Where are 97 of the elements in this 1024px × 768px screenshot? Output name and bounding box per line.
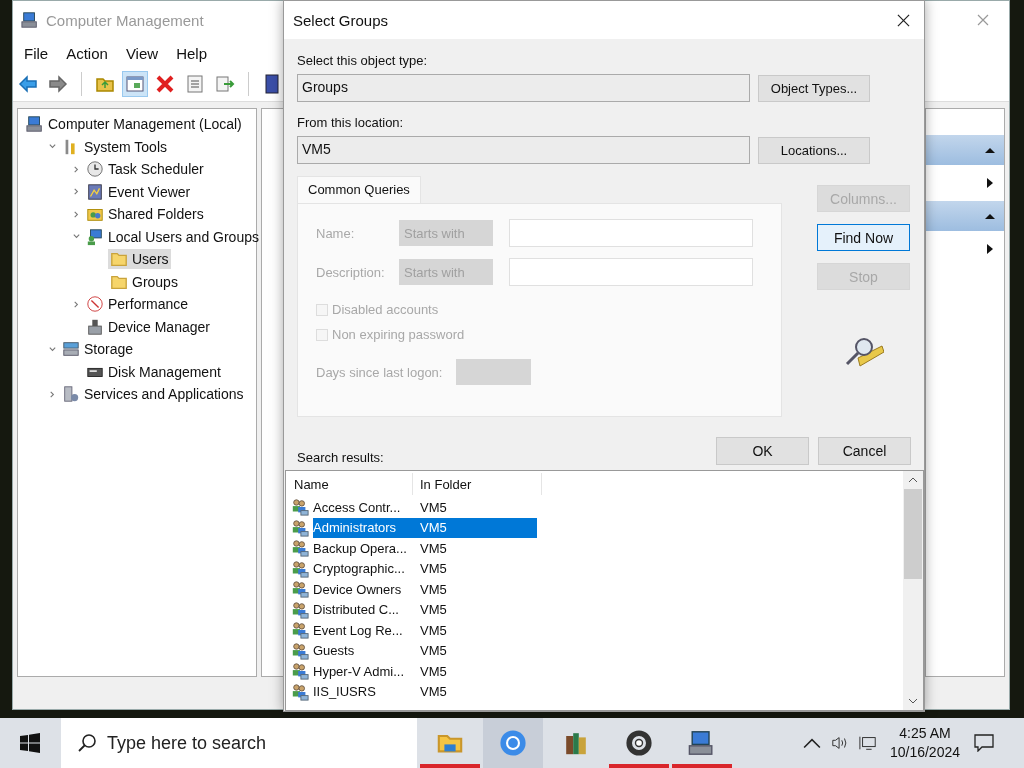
window-title: Computer Management [46, 11, 204, 29]
tree-item[interactable]: Device Manager [84, 316, 212, 337]
result-row[interactable]: Guests VM5 [313, 640, 537, 661]
tree-item[interactable]: Computer Management (Local) [24, 114, 244, 135]
tree-item[interactable]: Local Users and Groups [84, 226, 261, 247]
input-field[interactable]: Groups [297, 74, 750, 102]
network-icon[interactable] [858, 735, 877, 751]
expand-chevron-icon[interactable] [48, 344, 57, 354]
log-icon [86, 182, 104, 201]
tree-item[interactable]: Event Viewer [84, 181, 193, 202]
dialog-button[interactable]: OK [716, 437, 809, 465]
caret-right-icon[interactable] [986, 243, 994, 255]
back-arrow-icon [18, 74, 38, 94]
browse-button[interactable]: Locations... [758, 136, 870, 164]
tree-item[interactable]: Storage [60, 339, 136, 360]
dialog-title: Select Groups [293, 11, 389, 29]
expand-chevron-icon[interactable] [48, 389, 57, 399]
scrollbar[interactable] [903, 471, 923, 710]
field-label: Days since last logon: [316, 364, 443, 380]
group-icon [291, 621, 309, 640]
result-row[interactable]: Backup Opera... VM5 [313, 538, 537, 559]
field-label: Name: [316, 225, 356, 241]
tree-item[interactable]: Disk Management [84, 361, 223, 382]
expand-chevron-icon[interactable] [72, 187, 81, 197]
console-tree-button[interactable] [122, 71, 148, 97]
start-icon[interactable] [20, 733, 40, 753]
field-label: Description: [316, 264, 386, 280]
search-field[interactable]: Type here to search [105, 731, 409, 755]
group-icon [291, 539, 309, 558]
group-icon [291, 600, 309, 619]
field-label: From this location: [297, 115, 405, 130]
caret-up-icon [984, 212, 996, 220]
results-label: Search results: [297, 450, 384, 465]
group-icon [291, 498, 309, 517]
expand-chevron-icon[interactable] [72, 164, 81, 174]
magnifier-icon [843, 336, 884, 368]
clock-date[interactable]: 10/16/2024 [889, 743, 960, 762]
storage-icon [62, 340, 80, 359]
field-label: Select this object type: [297, 53, 429, 68]
menu-item[interactable]: File [15, 44, 58, 62]
menu-item[interactable]: Action [57, 44, 117, 62]
notification-icon[interactable] [974, 734, 994, 752]
search-box[interactable]: Type here to search [61, 718, 417, 768]
result-row[interactable]: Access Contr... VM5 [313, 497, 537, 518]
forward-arrow-icon [48, 74, 68, 94]
tree-item[interactable]: Performance [84, 294, 191, 315]
tree-item[interactable]: Groups [108, 271, 180, 292]
device-icon [86, 317, 104, 336]
tree-item[interactable]: Shared Folders [84, 204, 206, 225]
group-icon [291, 518, 309, 537]
computer-icon [26, 115, 44, 134]
column-header[interactable]: Name [291, 473, 413, 495]
menu-item[interactable]: Help [167, 44, 216, 62]
clock-icon [86, 160, 104, 179]
computer-icon [21, 11, 39, 29]
expand-chevron-icon[interactable] [72, 299, 81, 309]
result-row[interactable]: Cryptographic... VM5 [313, 558, 537, 579]
speaker-icon[interactable] [830, 735, 849, 751]
column-header[interactable]: In Folder [413, 473, 542, 495]
result-row[interactable]: Device Owners VM5 [313, 579, 537, 600]
group-icon [291, 641, 309, 660]
console-tree-icon [125, 74, 145, 94]
browse-button[interactable]: Object Types... [758, 74, 870, 102]
tree-item[interactable]: System Tools [60, 136, 169, 157]
scroll-down-icon[interactable] [908, 698, 918, 704]
properties-icon [185, 74, 205, 94]
group-icon [291, 662, 309, 681]
result-row[interactable]: Hyper-V Admi... VM5 [313, 661, 537, 682]
expand-chevron-icon[interactable] [72, 209, 81, 219]
folder-icon [110, 250, 128, 269]
close-icon[interactable] [897, 13, 910, 27]
menu-item[interactable]: View [116, 44, 168, 62]
browser-icon [499, 729, 527, 757]
computer-icon [688, 729, 716, 757]
delete-icon [155, 74, 175, 94]
tree-item[interactable]: Services and Applications [60, 384, 246, 405]
search-icon [77, 733, 97, 753]
tree-item[interactable]: Task Scheduler [84, 159, 206, 180]
caret-up-icon [984, 146, 996, 154]
query-button[interactable]: Find Now [817, 224, 910, 251]
dialog-button[interactable]: Cancel [818, 437, 911, 465]
export-list-icon [215, 74, 235, 94]
checkbox-label: Non expiring password [332, 327, 465, 342]
result-row[interactable]: Administrators VM5 [313, 517, 537, 538]
group-icon [291, 682, 309, 701]
clock-time[interactable]: 4:25 AM [899, 724, 951, 743]
input-field[interactable]: VM5 [297, 136, 750, 164]
result-row[interactable]: Event Log Re... VM5 [313, 620, 537, 641]
result-row[interactable]: IIS_IUSRS VM5 [313, 681, 537, 702]
scroll-up-icon[interactable] [908, 477, 918, 483]
users-icon [86, 227, 104, 246]
tree-item[interactable]: Users [108, 249, 171, 270]
result-row[interactable]: Distributed C... VM5 [313, 599, 537, 620]
group-icon [291, 580, 309, 599]
group-icon [291, 559, 309, 578]
checkbox-label: Disabled accounts [332, 302, 439, 317]
caret-right-icon[interactable] [986, 177, 994, 189]
